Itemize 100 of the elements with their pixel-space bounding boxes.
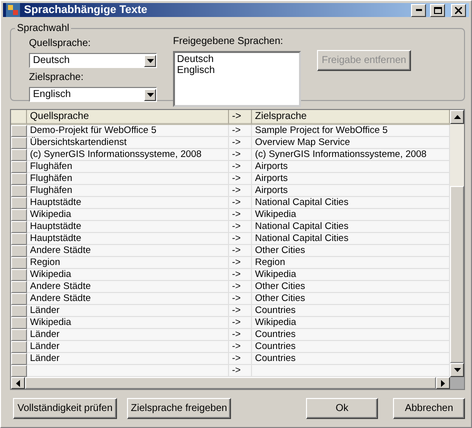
table-cell[interactable]: -> xyxy=(229,305,252,317)
table-cell[interactable]: Countries xyxy=(252,329,450,341)
table-cell[interactable]: Hauptstädte xyxy=(27,197,229,209)
table-cell[interactable]: Region xyxy=(27,257,229,269)
table-cell[interactable] xyxy=(252,365,450,377)
table-cell[interactable]: Länder xyxy=(27,341,229,353)
table-cell[interactable]: -> xyxy=(229,221,252,233)
maximize-button[interactable] xyxy=(430,4,445,16)
column-header[interactable]: Zielsprache xyxy=(252,110,450,125)
table-cell[interactable]: Flughäfen xyxy=(27,161,229,173)
action-button[interactable]: Abbrechen xyxy=(393,398,465,419)
table-cell[interactable]: -> xyxy=(229,341,252,353)
table-cell[interactable]: Wikipedia xyxy=(252,317,450,329)
row-header[interactable] xyxy=(11,149,27,161)
table-cell[interactable]: Wikipedia xyxy=(27,209,229,221)
horizontal-scrollbar[interactable] xyxy=(11,377,450,389)
row-header[interactable] xyxy=(11,365,27,377)
table-cell[interactable]: -> xyxy=(229,173,252,185)
table-cell[interactable]: Overview Map Service xyxy=(252,137,450,149)
table-cell[interactable]: -> xyxy=(229,185,252,197)
column-header[interactable]: Quellsprache xyxy=(27,110,229,125)
table-cell[interactable]: Wikipedia xyxy=(27,317,229,329)
table-cell[interactable]: Countries xyxy=(252,353,450,365)
row-header[interactable] xyxy=(11,353,27,365)
minimize-button[interactable] xyxy=(411,4,426,16)
column-header[interactable]: -> xyxy=(229,110,252,125)
table-cell[interactable]: Demo-Projekt für WebOffice 5 xyxy=(27,125,229,137)
table-cell[interactable]: Other Cities xyxy=(252,245,450,257)
table-cell[interactable]: Wikipedia xyxy=(252,269,450,281)
table-cell[interactable]: National Capital Cities xyxy=(252,197,450,209)
source-language-dropdown[interactable]: Deutsch xyxy=(29,53,157,68)
table-cell[interactable]: Hauptstädte xyxy=(27,233,229,245)
table-cell[interactable]: (c) SynerGIS Informationssysteme, 2008 xyxy=(27,149,229,161)
table-cell[interactable]: National Capital Cities xyxy=(252,233,450,245)
row-header[interactable] xyxy=(11,281,27,293)
table-cell[interactable]: Länder xyxy=(27,329,229,341)
row-header[interactable] xyxy=(11,269,27,281)
table-cell[interactable]: Region xyxy=(252,257,450,269)
row-header[interactable] xyxy=(11,221,27,233)
table-cell[interactable]: -> xyxy=(229,137,252,149)
table-cell[interactable] xyxy=(27,365,229,377)
table-cell[interactable]: Andere Städte xyxy=(27,245,229,257)
table-cell[interactable]: Other Cities xyxy=(252,281,450,293)
table-cell[interactable]: -> xyxy=(229,365,252,377)
table-cell[interactable]: Andere Städte xyxy=(27,293,229,305)
table-cell[interactable]: -> xyxy=(229,245,252,257)
table-cell[interactable]: -> xyxy=(229,161,252,173)
row-header[interactable] xyxy=(11,125,27,137)
table-cell[interactable]: -> xyxy=(229,353,252,365)
action-button[interactable]: Zielsprache freigeben xyxy=(127,398,231,419)
row-header[interactable] xyxy=(11,293,27,305)
table-cell[interactable]: -> xyxy=(229,269,252,281)
table-cell[interactable]: Flughäfen xyxy=(27,173,229,185)
vertical-scrollbar[interactable] xyxy=(450,110,464,377)
table-cell[interactable]: -> xyxy=(229,293,252,305)
row-header[interactable] xyxy=(11,341,27,353)
row-header[interactable] xyxy=(11,317,27,329)
table-cell[interactable]: Andere Städte xyxy=(27,281,229,293)
table-cell[interactable]: -> xyxy=(229,257,252,269)
language-list-item[interactable]: Deutsch xyxy=(177,54,297,65)
table-cell[interactable]: Wikipedia xyxy=(252,209,450,221)
row-header[interactable] xyxy=(11,245,27,257)
table-cell[interactable]: Airports xyxy=(252,173,450,185)
table-cell[interactable]: -> xyxy=(229,329,252,341)
table-cell[interactable]: -> xyxy=(229,317,252,329)
table-cell[interactable]: Wikipedia xyxy=(27,269,229,281)
table-cell[interactable]: (c) SynerGIS Informationssysteme, 2008 xyxy=(252,149,450,161)
table-cell[interactable]: Sample Project for WebOffice 5 xyxy=(252,125,450,137)
table-cell[interactable]: Countries xyxy=(252,341,450,353)
row-header[interactable] xyxy=(11,137,27,149)
table-cell[interactable]: National Capital Cities xyxy=(252,221,450,233)
table-cell[interactable]: Hauptstädte xyxy=(27,221,229,233)
table-cell[interactable]: -> xyxy=(229,233,252,245)
action-button[interactable]: Ok xyxy=(306,398,378,419)
target-language-dropdown[interactable]: Englisch xyxy=(29,87,157,102)
language-list-item[interactable]: Englisch xyxy=(177,65,297,76)
table-cell[interactable]: Flughäfen xyxy=(27,185,229,197)
table-cell[interactable]: Länder xyxy=(27,305,229,317)
table-cell[interactable]: Airports xyxy=(252,161,450,173)
table-cell[interactable]: Übersichtskartendienst xyxy=(27,137,229,149)
table-cell[interactable]: Länder xyxy=(27,353,229,365)
table-cell[interactable]: -> xyxy=(229,149,252,161)
table-cell[interactable]: -> xyxy=(229,281,252,293)
table-cell[interactable]: Airports xyxy=(252,185,450,197)
close-button[interactable] xyxy=(451,4,466,16)
row-header[interactable] xyxy=(11,161,27,173)
row-header[interactable] xyxy=(11,209,27,221)
row-header[interactable] xyxy=(11,305,27,317)
table-cell[interactable]: -> xyxy=(229,197,252,209)
row-header[interactable] xyxy=(11,329,27,341)
row-header[interactable] xyxy=(11,173,27,185)
row-header[interactable] xyxy=(11,197,27,209)
row-header[interactable] xyxy=(11,185,27,197)
table-cell[interactable]: -> xyxy=(229,209,252,221)
table-cell[interactable]: Other Cities xyxy=(252,293,450,305)
row-header[interactable] xyxy=(11,233,27,245)
action-button[interactable]: Vollständigkeit prüfen xyxy=(13,398,117,419)
table-cell[interactable]: Countries xyxy=(252,305,450,317)
row-header[interactable] xyxy=(11,257,27,269)
table-cell[interactable]: -> xyxy=(229,125,252,137)
